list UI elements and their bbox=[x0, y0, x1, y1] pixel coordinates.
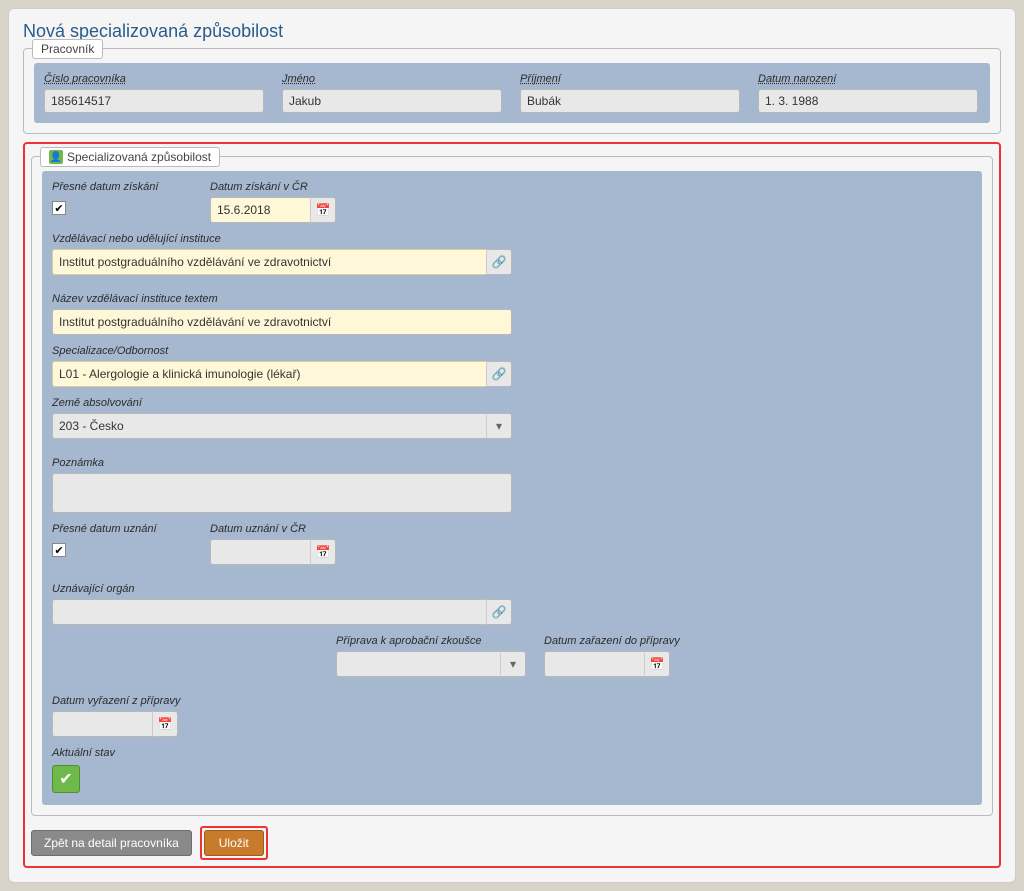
footer-buttons: Zpět na detail pracovníka Uložit bbox=[31, 826, 993, 860]
highlight-box: 👤 Specializovaná způsobilost Přesné datu… bbox=[23, 142, 1001, 868]
datum-zarazeni-label: Datum zařazení do přípravy bbox=[544, 635, 764, 647]
zeme-select[interactable]: 203 - Česko bbox=[52, 413, 486, 439]
nazev-text-input[interactable] bbox=[52, 309, 512, 335]
calendar-icon[interactable]: 📅 bbox=[644, 651, 670, 677]
main-panel: Nová specializovaná způsobilost Pracovní… bbox=[8, 8, 1016, 883]
back-button[interactable]: Zpět na detail pracovníka bbox=[31, 830, 192, 856]
chevron-down-icon[interactable]: ▾ bbox=[486, 413, 512, 439]
specializace-label: Specializace/Odbornost bbox=[52, 345, 512, 357]
jmeno-label: Jméno bbox=[282, 73, 502, 85]
status-ok-icon: ✔ bbox=[52, 765, 80, 793]
presne-ziskani-label: Přesné datum získání bbox=[52, 181, 192, 193]
narozeni-label: Datum narození bbox=[758, 73, 978, 85]
page-title: Nová specializovaná způsobilost bbox=[23, 21, 1001, 42]
prijmeni-label: Příjmení bbox=[520, 73, 740, 85]
save-highlight: Uložit bbox=[200, 826, 268, 860]
prijmeni-input[interactable] bbox=[520, 89, 740, 113]
person-icon: 👤 bbox=[49, 150, 63, 164]
calendar-icon[interactable]: 📅 bbox=[310, 539, 336, 565]
presne-ziskani-checkbox[interactable]: ✔ bbox=[52, 201, 66, 215]
datum-uznani-label: Datum uznání v ČR bbox=[210, 523, 510, 535]
presne-uznani-label: Přesné datum uznání bbox=[52, 523, 192, 535]
nazev-text-label: Název vzdělávací instituce textem bbox=[52, 293, 512, 305]
instituce-label: Vzdělávací nebo udělující instituce bbox=[52, 233, 512, 245]
spec-fieldset: 👤 Specializovaná způsobilost Přesné datu… bbox=[31, 156, 993, 816]
chevron-down-icon[interactable]: ▾ bbox=[500, 651, 526, 677]
poznamka-textarea[interactable] bbox=[52, 473, 512, 513]
narozeni-input[interactable] bbox=[758, 89, 978, 113]
datum-uznani-input[interactable] bbox=[210, 539, 310, 565]
priprava-label: Příprava k aprobační zkoušce bbox=[336, 635, 526, 647]
priprava-select[interactable] bbox=[336, 651, 500, 677]
pracovnik-body: Číslo pracovníka Jméno Příjmení Datum na… bbox=[34, 63, 990, 123]
pracovnik-legend: Pracovník bbox=[32, 39, 103, 59]
zeme-label: Země absolvování bbox=[52, 397, 512, 409]
link-icon[interactable]: 🔗 bbox=[486, 249, 512, 275]
datum-ziskani-label: Datum získání v ČR bbox=[210, 181, 336, 193]
presne-uznani-checkbox[interactable]: ✔ bbox=[52, 543, 66, 557]
cislo-input[interactable] bbox=[44, 89, 264, 113]
spec-legend: 👤 Specializovaná způsobilost bbox=[40, 147, 220, 167]
spec-body: Přesné datum získání ✔ Datum získání v Č… bbox=[42, 171, 982, 805]
datum-vyrazeni-label: Datum vyřazení z přípravy bbox=[52, 695, 272, 707]
uznavajici-label: Uznávající orgán bbox=[52, 583, 512, 595]
uznavajici-input[interactable] bbox=[52, 599, 486, 625]
specializace-input[interactable]: L01 - Alergologie a klinická imunologie … bbox=[52, 361, 486, 387]
pracovnik-fieldset: Pracovník Číslo pracovníka Jméno Příjmen… bbox=[23, 48, 1001, 134]
jmeno-input[interactable] bbox=[282, 89, 502, 113]
datum-vyrazeni-input[interactable] bbox=[52, 711, 152, 737]
calendar-icon[interactable]: 📅 bbox=[310, 197, 336, 223]
spec-legend-text: Specializovaná způsobilost bbox=[67, 150, 211, 164]
link-icon[interactable]: 🔗 bbox=[486, 599, 512, 625]
instituce-input[interactable]: Institut postgraduálního vzdělávání ve z… bbox=[52, 249, 486, 275]
cislo-label: Číslo pracovníka bbox=[44, 73, 264, 85]
datum-zarazeni-input[interactable] bbox=[544, 651, 644, 677]
poznamka-label: Poznámka bbox=[52, 457, 512, 469]
pracovnik-legend-text: Pracovník bbox=[41, 42, 94, 56]
calendar-icon[interactable]: 📅 bbox=[152, 711, 178, 737]
link-icon[interactable]: 🔗 bbox=[486, 361, 512, 387]
save-button[interactable]: Uložit bbox=[204, 830, 264, 856]
datum-ziskani-input[interactable] bbox=[210, 197, 310, 223]
aktualni-stav-label: Aktuální stav bbox=[52, 747, 115, 759]
